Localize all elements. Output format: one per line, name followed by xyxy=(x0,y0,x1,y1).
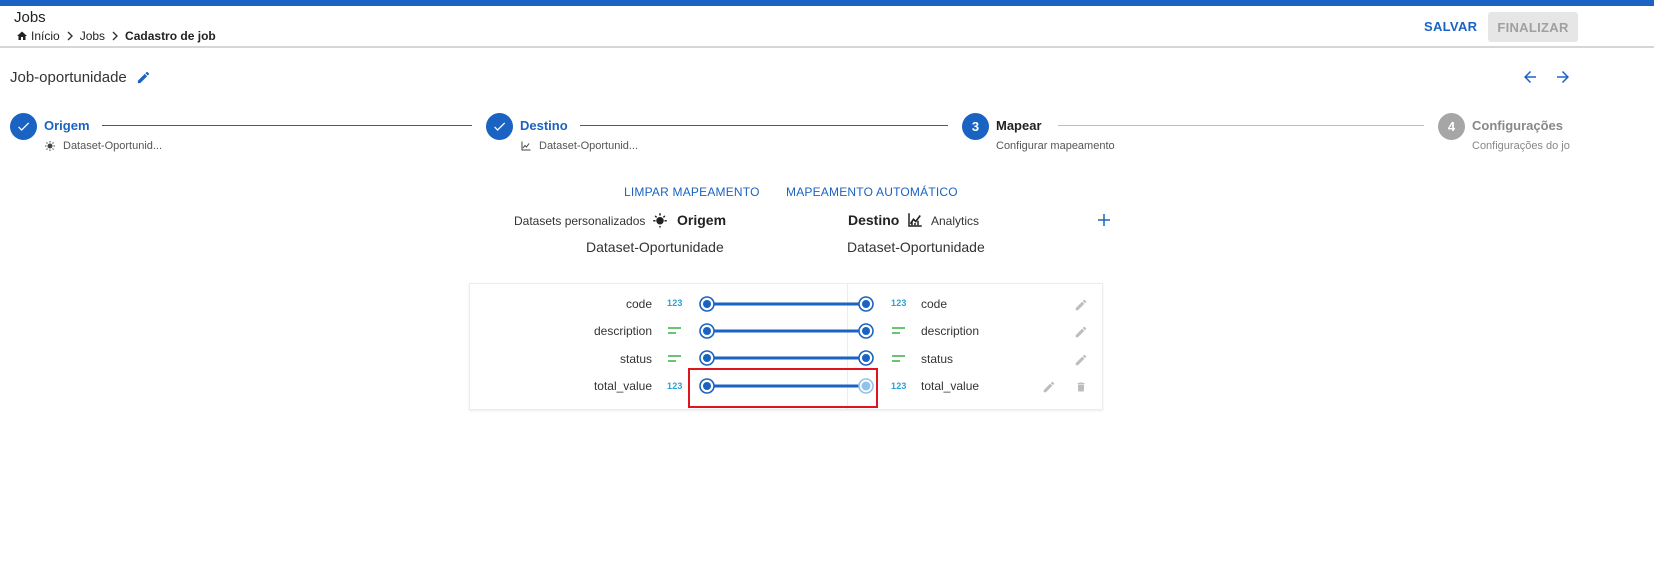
highlight-annotation xyxy=(688,368,878,408)
connector-row-description[interactable] xyxy=(699,323,874,339)
connector-row-status[interactable] xyxy=(699,350,874,366)
mapping-connectors xyxy=(699,296,874,394)
connector-row-code[interactable] xyxy=(699,296,874,312)
